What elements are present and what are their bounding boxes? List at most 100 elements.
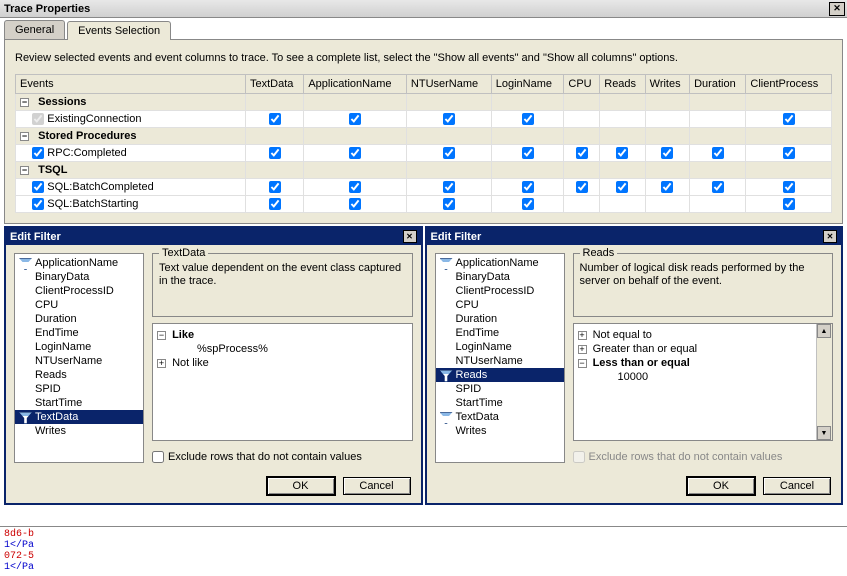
event-checkbox[interactable]: [32, 198, 44, 210]
scroll-down-icon[interactable]: ▼: [817, 426, 831, 440]
column-checkbox[interactable]: [576, 181, 588, 193]
column-checkbox[interactable]: [269, 181, 281, 193]
column-checkbox[interactable]: [522, 113, 534, 125]
field-item[interactable]: Writes: [15, 424, 143, 438]
tab-general[interactable]: General: [4, 20, 65, 39]
criteria-value[interactable]: %spProcess%: [157, 342, 408, 356]
field-item[interactable]: EndTime: [436, 326, 564, 340]
category-row[interactable]: − TSQL: [16, 162, 246, 179]
cancel-button[interactable]: Cancel: [763, 477, 831, 495]
field-item[interactable]: SPID: [436, 382, 564, 396]
ok-button[interactable]: OK: [267, 477, 335, 495]
column-checkbox[interactable]: [269, 147, 281, 159]
field-item[interactable]: NTUserName: [15, 354, 143, 368]
column-checkbox[interactable]: [349, 198, 361, 210]
column-header[interactable]: NTUserName: [406, 75, 491, 94]
column-checkbox[interactable]: [349, 147, 361, 159]
field-item[interactable]: ApplicationName: [15, 256, 143, 270]
column-header[interactable]: Writes: [645, 75, 689, 94]
collapse-icon[interactable]: −: [20, 166, 29, 175]
tab-events-selection[interactable]: Events Selection: [67, 21, 171, 40]
column-checkbox[interactable]: [661, 181, 673, 193]
event-checkbox[interactable]: [32, 113, 44, 125]
column-checkbox[interactable]: [783, 181, 795, 193]
column-checkbox[interactable]: [522, 198, 534, 210]
criteria-tree[interactable]: − Like %spProcess% + Not like: [152, 323, 413, 441]
column-checkbox[interactable]: [269, 113, 281, 125]
cancel-button[interactable]: Cancel: [343, 477, 411, 495]
column-checkbox[interactable]: [349, 113, 361, 125]
field-item[interactable]: LoginName: [15, 340, 143, 354]
column-checkbox[interactable]: [616, 147, 628, 159]
column-checkbox[interactable]: [269, 198, 281, 210]
column-checkbox[interactable]: [783, 198, 795, 210]
field-item[interactable]: BinaryData: [436, 270, 564, 284]
collapse-icon[interactable]: −: [20, 132, 29, 141]
close-icon[interactable]: ✕: [829, 2, 845, 16]
field-item[interactable]: CPU: [15, 298, 143, 312]
field-list[interactable]: ApplicationNameBinaryDataClientProcessID…: [435, 253, 565, 463]
criteria-value[interactable]: 10000: [578, 370, 829, 384]
event-checkbox[interactable]: [32, 147, 44, 159]
column-header[interactable]: Events: [16, 75, 246, 94]
column-checkbox[interactable]: [783, 147, 795, 159]
column-checkbox[interactable]: [661, 147, 673, 159]
field-item[interactable]: Writes: [436, 424, 564, 438]
event-checkbox[interactable]: [32, 181, 44, 193]
expand-icon[interactable]: +: [578, 331, 587, 340]
column-checkbox[interactable]: [522, 181, 534, 193]
collapse-icon[interactable]: −: [157, 331, 166, 340]
column-header[interactable]: Reads: [600, 75, 645, 94]
ok-button[interactable]: OK: [687, 477, 755, 495]
field-item[interactable]: ClientProcessID: [15, 284, 143, 298]
column-checkbox[interactable]: [443, 113, 455, 125]
column-checkbox[interactable]: [712, 147, 724, 159]
collapse-icon[interactable]: −: [20, 98, 29, 107]
column-checkbox[interactable]: [443, 147, 455, 159]
field-item[interactable]: NTUserName: [436, 354, 564, 368]
column-checkbox[interactable]: [616, 181, 628, 193]
collapse-icon[interactable]: −: [578, 359, 587, 368]
field-item[interactable]: BinaryData: [15, 270, 143, 284]
field-item[interactable]: StartTime: [15, 396, 143, 410]
field-item[interactable]: LoginName: [436, 340, 564, 354]
column-checkbox[interactable]: [712, 181, 724, 193]
column-header[interactable]: LoginName: [491, 75, 564, 94]
criteria-tree[interactable]: ▲ ▼ + Not equal to + Greater than or equ…: [573, 323, 834, 441]
column-header[interactable]: Duration: [690, 75, 746, 94]
event-row[interactable]: ExistingConnection: [16, 111, 246, 128]
expand-icon[interactable]: +: [578, 345, 587, 354]
expand-icon[interactable]: +: [157, 359, 166, 368]
close-icon[interactable]: ✕: [403, 230, 417, 243]
column-header[interactable]: ApplicationName: [304, 75, 407, 94]
column-checkbox[interactable]: [349, 181, 361, 193]
column-checkbox[interactable]: [576, 147, 588, 159]
field-item[interactable]: Duration: [15, 312, 143, 326]
close-icon[interactable]: ✕: [823, 230, 837, 243]
event-row[interactable]: SQL:BatchCompleted: [16, 179, 246, 196]
field-item[interactable]: Reads: [15, 368, 143, 382]
category-row[interactable]: − Sessions: [16, 94, 246, 111]
field-item[interactable]: ClientProcessID: [436, 284, 564, 298]
category-row[interactable]: − Stored Procedures: [16, 128, 246, 145]
column-checkbox[interactable]: [522, 147, 534, 159]
scrollbar[interactable]: ▲ ▼: [816, 324, 832, 440]
field-item[interactable]: TextData: [436, 410, 564, 424]
column-header[interactable]: TextData: [246, 75, 304, 94]
field-item[interactable]: Duration: [436, 312, 564, 326]
field-list[interactable]: ApplicationNameBinaryDataClientProcessID…: [14, 253, 144, 463]
field-item[interactable]: ApplicationName: [436, 256, 564, 270]
field-item[interactable]: Reads: [436, 368, 564, 382]
column-checkbox[interactable]: [783, 113, 795, 125]
field-item[interactable]: TextData: [15, 410, 143, 424]
column-header[interactable]: ClientProcess: [746, 75, 832, 94]
column-checkbox[interactable]: [443, 181, 455, 193]
field-item[interactable]: CPU: [436, 298, 564, 312]
field-item[interactable]: EndTime: [15, 326, 143, 340]
exclude-checkbox[interactable]: [152, 451, 164, 463]
column-header[interactable]: CPU: [564, 75, 600, 94]
column-checkbox[interactable]: [443, 198, 455, 210]
scroll-up-icon[interactable]: ▲: [817, 324, 831, 338]
event-row[interactable]: RPC:Completed: [16, 145, 246, 162]
field-item[interactable]: StartTime: [436, 396, 564, 410]
